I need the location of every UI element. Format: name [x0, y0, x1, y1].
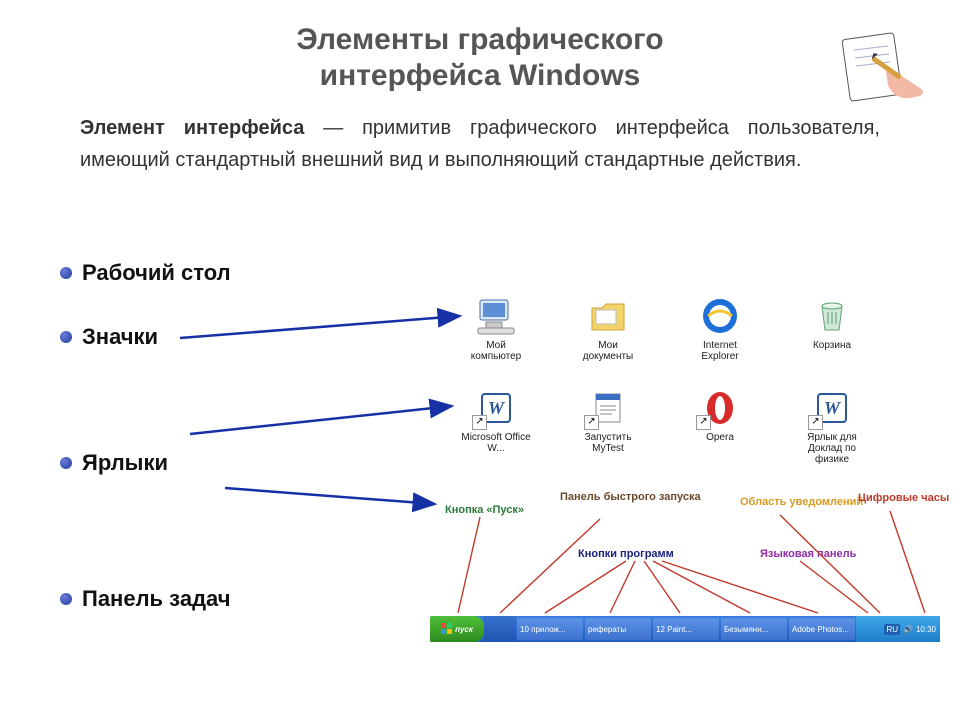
start-button[interactable]: пуск: [430, 616, 484, 642]
word-shortcut-icon: W↗ Microsoft Office W...: [460, 388, 532, 465]
slide-title: Элементы графического интерфейса Windows: [0, 0, 960, 94]
windows-taskbar: пуск 10 прилож... рефераты 12 Paint... Б…: [430, 616, 940, 642]
my-computer-icon: Мой компьютер: [460, 296, 532, 362]
label-clock: Цифровые часы: [858, 492, 949, 504]
bullet-dot-icon: [60, 267, 72, 279]
quick-launch-area[interactable]: [484, 616, 516, 642]
taskbar-button[interactable]: Безымянн...: [721, 618, 787, 640]
label-quick-launch: Панель быстрого запуска: [560, 491, 701, 503]
my-documents-icon: Мои документы: [572, 296, 644, 362]
internet-explorer-icon: Internet Explorer: [684, 296, 756, 362]
taskbar-connector-lines: [430, 505, 950, 620]
bullet-taskbar: Панель задач: [60, 586, 231, 612]
definition-paragraph: Элемент интерфейса — примитив графическо…: [0, 94, 960, 184]
language-indicator[interactable]: RU: [884, 624, 900, 635]
clock-display: 10:30: [916, 625, 936, 634]
arrow-shortcuts: [190, 400, 460, 440]
svg-text:W: W: [488, 398, 506, 418]
taskbar-button[interactable]: 10 прилож...: [517, 618, 583, 640]
bullet-desktop: Рабочий стол: [60, 260, 231, 286]
svg-text:W: W: [824, 398, 842, 418]
writing-hand-decoration: [840, 30, 930, 110]
system-tray[interactable]: RU 🔊 10:30: [856, 616, 940, 642]
bullet-dot-icon: [60, 593, 72, 605]
arrow-icons: [180, 310, 470, 350]
bullet-dot-icon: [60, 331, 72, 343]
bullet-dot-icon: [60, 457, 72, 469]
taskbar-button[interactable]: рефераты: [585, 618, 651, 640]
doc-shortcut-icon: W↗ Ярлык для Доклад по физике: [796, 388, 868, 465]
mytest-shortcut-icon: ↗ Запустить MyTest: [572, 388, 644, 465]
arrow-taskbar: [225, 480, 445, 520]
recycle-bin-icon: Корзина: [796, 296, 868, 362]
opera-shortcut-icon: ↗ Opera: [684, 388, 756, 465]
tray-icon: 🔊: [903, 625, 913, 634]
desktop-shortcuts-row: W↗ Microsoft Office W... ↗ Запустить MyT…: [460, 388, 868, 465]
taskbar-button[interactable]: 12 Paint...: [653, 618, 719, 640]
desktop-icons-row: Мой компьютер Мои документы Internet Exp…: [460, 296, 868, 362]
bullet-shortcuts: Ярлыки: [60, 450, 231, 476]
taskbar-button[interactable]: Adobe Photos...: [789, 618, 855, 640]
